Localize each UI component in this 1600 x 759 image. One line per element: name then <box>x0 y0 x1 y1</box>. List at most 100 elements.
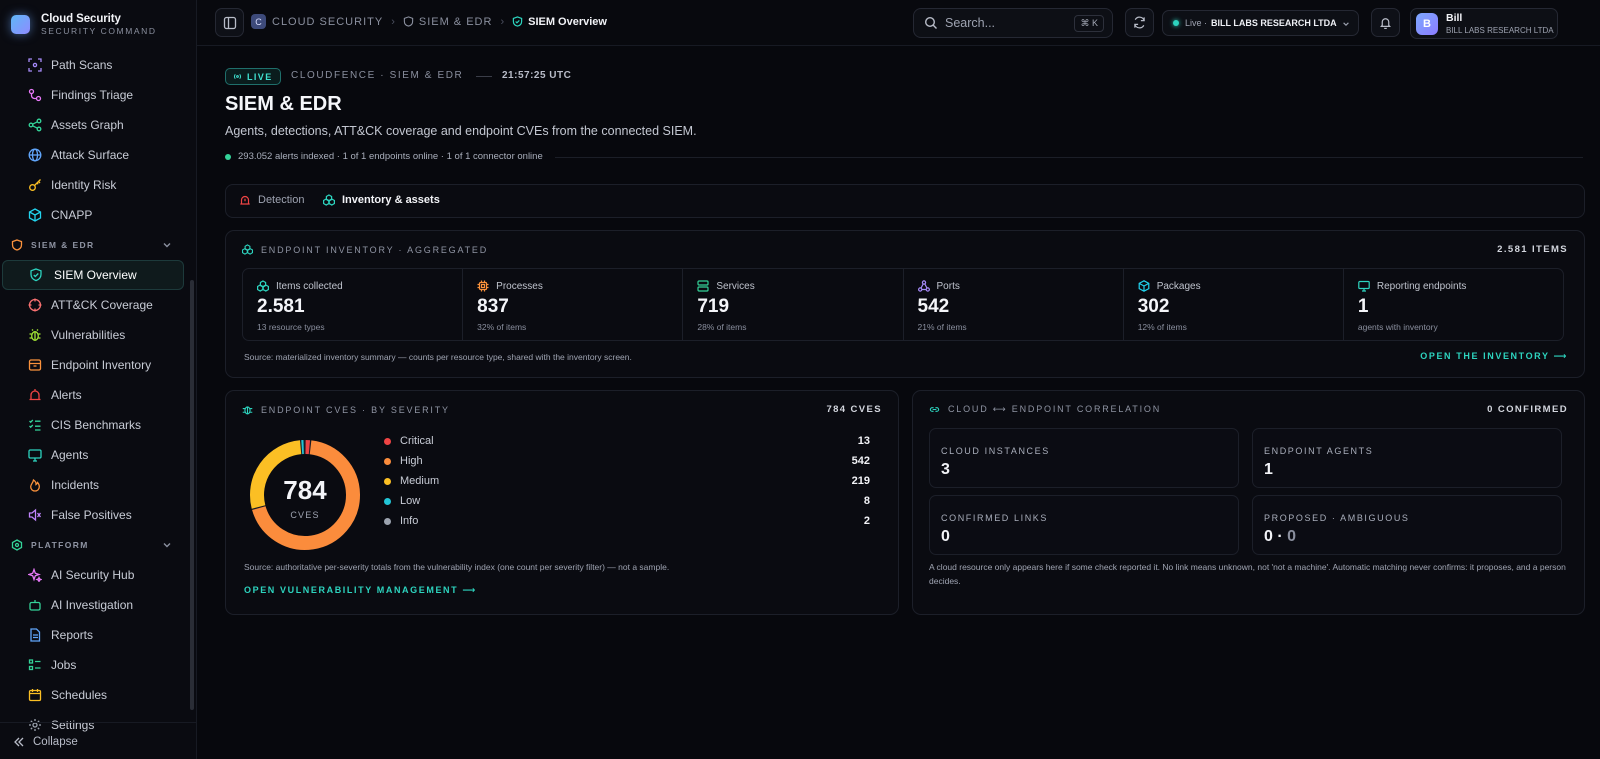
sidebar-item-endpoint-inventory[interactable]: Endpoint Inventory <box>0 350 186 380</box>
card-count: 0 CONFIRMED <box>1487 404 1568 415</box>
divider <box>476 76 492 77</box>
sidebar-scrollbar[interactable] <box>190 280 194 710</box>
path-scan-icon <box>28 58 42 72</box>
user-menu[interactable]: B Bill BILL LABS RESEARCH LTDA <box>1410 8 1558 39</box>
legend-swatch <box>384 437 391 445</box>
stat-confirmed-links: CONFIRMED LINKS 0 <box>929 495 1239 555</box>
file-icon <box>30 628 41 642</box>
sidebar-item-vulnerabilities[interactable]: Vulnerabilities <box>0 320 186 350</box>
topbar: C CLOUD SECURITY › SIEM & EDR › SIEM Ove… <box>197 0 1600 46</box>
sidebar-section-platform[interactable]: PLATFORM <box>0 530 186 560</box>
refresh-icon <box>1134 16 1145 29</box>
legend-row-medium[interactable]: Medium 219 <box>384 471 870 491</box>
live-badge: LIVE <box>225 68 281 85</box>
notifications-button[interactable] <box>1371 8 1400 37</box>
sidebar-item-path-scans[interactable]: Path Scans <box>0 50 186 80</box>
sidebar-item-siem-overview[interactable]: SIEM Overview <box>2 260 184 290</box>
stat-cloud-instances: CLOUD INSTANCES 3 <box>929 428 1239 488</box>
legend-value: 13 <box>857 435 870 447</box>
box-icon <box>28 359 42 371</box>
status-dot <box>225 153 231 160</box>
endpoint-cves-card: ENDPOINT CVES · BY SEVERITY 784 CVES 784… <box>225 390 899 615</box>
legend-row-info[interactable]: Info 2 <box>384 511 870 531</box>
legend-label: High <box>400 455 423 467</box>
server-icon <box>697 280 709 292</box>
legend-value: 2 <box>863 515 870 527</box>
sidebar-nav: Path Scans Findings Triage Assets Graph … <box>0 50 186 740</box>
card-count: 2.581 ITEMS <box>1497 244 1568 255</box>
inventory-stats: Items collected 2.581 13 resource types … <box>242 268 1564 341</box>
globe-icon <box>28 148 42 162</box>
sidebar-item-ai-investigation[interactable]: AI Investigation <box>0 590 186 620</box>
page-timestamp: 21:57:25 UTC <box>502 70 572 81</box>
shield-check-icon <box>30 268 42 282</box>
legend-row-low[interactable]: Low 8 <box>384 491 870 511</box>
legend-value: 542 <box>851 455 870 467</box>
brand[interactable]: Cloud Security SECURITY COMMAND <box>11 10 157 38</box>
breadcrumb-separator: › <box>391 15 395 28</box>
sidebar-item-identity-risk[interactable]: Identity Risk <box>0 170 186 200</box>
sidebar-item-incidents[interactable]: Incidents <box>0 470 186 500</box>
sidebar-item-cis-benchmarks[interactable]: CIS Benchmarks <box>0 410 186 440</box>
sidebar-item-attack-surface[interactable]: Attack Surface <box>0 140 186 170</box>
monitor-icon <box>28 449 42 462</box>
refresh-button[interactable] <box>1125 8 1154 37</box>
sidebar-item-schedules[interactable]: Schedules <box>0 680 186 710</box>
legend-swatch <box>384 477 391 485</box>
sidebar-item-alerts[interactable]: Alerts <box>0 380 186 410</box>
chevron-down-icon <box>163 543 171 548</box>
stat-items-collected: Items collected 2.581 13 resource types <box>243 269 464 340</box>
card-title: ENDPOINT INVENTORY · AGGREGATED <box>242 244 488 255</box>
card-count: 784 CVES <box>826 404 882 415</box>
tenant-selector[interactable]: Live · BILL LABS RESEARCH LTDA <box>1162 10 1359 36</box>
chevron-down-icon <box>163 243 171 248</box>
brand-subtitle: SECURITY COMMAND <box>41 25 157 36</box>
sidebar-item-assets-graph[interactable]: Assets Graph <box>0 110 186 140</box>
breadcrumb-separator: › <box>500 15 505 28</box>
mute-icon <box>28 508 42 522</box>
open-inventory-link[interactable]: OPEN THE INVENTORY ⟶ <box>1420 351 1568 362</box>
tenant-name: BILL LABS RESEARCH LTDA <box>1211 18 1337 28</box>
legend-value: 219 <box>851 475 870 487</box>
link-icon <box>929 407 940 412</box>
endpoint-inventory-card: ENDPOINT INVENTORY · AGGREGATED 2.581 IT… <box>225 230 1585 378</box>
sidebar-item-attack-coverage[interactable]: ATT&CK Coverage <box>0 290 186 320</box>
key-icon <box>29 179 41 191</box>
live-indicator <box>1173 20 1179 26</box>
sidebar-item-cnapp[interactable]: CNAPP <box>0 200 186 230</box>
sidebar-item-false-positives[interactable]: False Positives <box>0 500 186 530</box>
sidebar-item-ai-security-hub[interactable]: AI Security Hub <box>0 560 186 590</box>
sidebar-section-siem[interactable]: SIEM & EDR <box>0 230 186 260</box>
tab-detection[interactable]: Detection <box>239 194 304 206</box>
broadcast-icon <box>233 73 242 80</box>
collapse-button[interactable]: Collapse <box>13 736 78 748</box>
shield-icon <box>403 16 414 27</box>
card-title: ENDPOINT CVES · BY SEVERITY <box>242 404 450 415</box>
legend-row-critical[interactable]: Critical 13 <box>384 431 870 451</box>
breadcrumb-badge: C <box>251 14 266 29</box>
breadcrumb-item-root[interactable]: CLOUD SECURITY <box>272 16 383 28</box>
legend-row-high[interactable]: High 542 <box>384 451 870 471</box>
sidebar-item-jobs[interactable]: Jobs <box>0 650 186 680</box>
correlation-note: A cloud resource only appears here if so… <box>929 562 1566 586</box>
legend-swatch <box>384 497 391 505</box>
user-name: Bill <box>1446 12 1463 24</box>
sidebar-item-findings-triage[interactable]: Findings Triage <box>0 80 186 110</box>
page-subtitle: Agents, detections, ATT&CK coverage and … <box>225 124 697 138</box>
package-icon <box>1138 280 1150 292</box>
open-vulnerability-management-link[interactable]: OPEN VULNERABILITY MANAGEMENT ⟶ <box>244 585 477 596</box>
brand-title: Cloud Security <box>41 12 121 25</box>
breadcrumb-item-siem[interactable]: SIEM & EDR <box>403 16 493 28</box>
breadcrumb-item-current: SIEM Overview <box>512 16 607 28</box>
toggle-sidebar-button[interactable] <box>215 8 244 37</box>
status-summary: 293.052 alerts indexed · 1 of 1 endpoint… <box>225 151 543 162</box>
sidebar-item-reports[interactable]: Reports <box>0 620 186 650</box>
boxes-icon <box>257 280 269 292</box>
search-input[interactable]: Search... ⌘ K <box>913 8 1113 38</box>
cve-severity-donut: 784 CVES <box>250 440 360 550</box>
tab-inventory-assets[interactable]: Inventory & assets <box>323 194 440 206</box>
chevrons-left-icon <box>14 737 24 747</box>
inventory-source-note: Source: materialized inventory summary —… <box>244 352 632 362</box>
stat-packages: Packages 302 12% of items <box>1124 269 1344 340</box>
sidebar-item-agents[interactable]: Agents <box>0 440 186 470</box>
